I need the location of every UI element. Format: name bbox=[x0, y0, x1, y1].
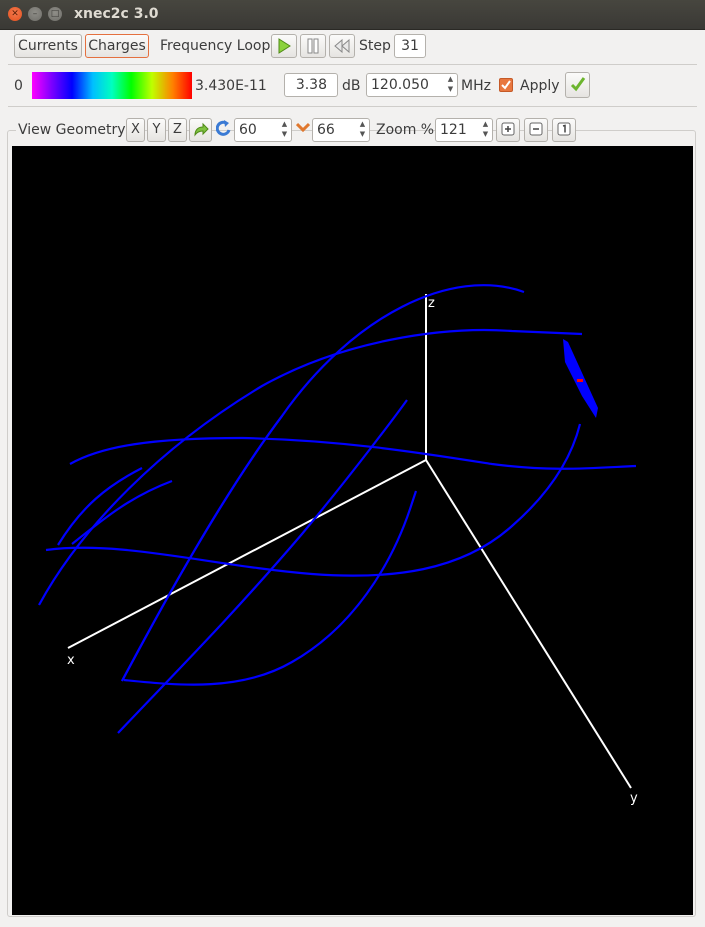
spin-arrows-icon[interactable]: ▲ ▼ bbox=[356, 119, 369, 141]
play-button[interactable] bbox=[271, 34, 297, 58]
minimize-icon[interactable]: – bbox=[28, 7, 42, 21]
apply-checkbox[interactable] bbox=[499, 78, 513, 92]
zoom-label: Zoom % bbox=[376, 122, 435, 138]
charge-hotspot bbox=[577, 379, 583, 382]
play-icon bbox=[278, 38, 291, 54]
x-axis-line bbox=[67, 459, 427, 649]
zoom-reset-icon bbox=[557, 122, 571, 136]
step-label: Step bbox=[359, 38, 391, 54]
wire bbox=[38, 328, 583, 606]
close-icon[interactable]: ✕ bbox=[8, 7, 22, 21]
scale-max-label: 3.430E-11 bbox=[195, 78, 267, 94]
charge-element bbox=[563, 339, 598, 418]
scale-min-label: 0 bbox=[14, 78, 23, 94]
zoom-out-button[interactable] bbox=[524, 118, 548, 142]
mhz-unit-label: MHz bbox=[461, 78, 491, 94]
rotate-ccw-icon bbox=[215, 118, 232, 145]
title-bar: ✕ – □ xnec2c 3.0 bbox=[0, 0, 705, 30]
rotate-button[interactable] bbox=[189, 118, 212, 142]
wire bbox=[123, 490, 418, 686]
rotation-input[interactable]: 60 ▲ ▼ bbox=[234, 118, 292, 142]
frequency-loop-label: Frequency Loop bbox=[160, 38, 271, 54]
apply-icon bbox=[570, 77, 585, 92]
wire bbox=[45, 423, 582, 577]
rewind-icon bbox=[334, 38, 350, 54]
incline-icon bbox=[295, 118, 311, 145]
incline-input[interactable]: 66 ▲ ▼ bbox=[312, 118, 370, 142]
view-y-button[interactable]: Y bbox=[147, 118, 166, 142]
y-axis-label: y bbox=[630, 791, 638, 806]
charges-button[interactable]: Charges bbox=[85, 34, 149, 58]
rotation-value: 60 bbox=[239, 122, 257, 138]
db-input[interactable]: 3.38 bbox=[284, 73, 338, 97]
separator bbox=[8, 64, 697, 65]
zoom-reset-button[interactable] bbox=[552, 118, 576, 142]
spin-arrows-icon[interactable]: ▲ ▼ bbox=[444, 74, 457, 96]
x-axis-label: x bbox=[67, 653, 75, 668]
zoom-out-icon bbox=[529, 122, 543, 136]
pause-button[interactable] bbox=[300, 34, 326, 58]
frequency-input[interactable]: 120.050 ▲ ▼ bbox=[366, 73, 458, 97]
view-z-button[interactable]: Z bbox=[168, 118, 187, 142]
zoom-input[interactable]: 121 ▲ ▼ bbox=[435, 118, 493, 142]
z-axis-label: z bbox=[428, 296, 435, 311]
rewind-button[interactable] bbox=[329, 34, 355, 58]
maximize-icon[interactable]: □ bbox=[48, 7, 62, 21]
zoom-in-button[interactable] bbox=[496, 118, 520, 142]
separator bbox=[8, 106, 697, 107]
step-input[interactable]: 31 bbox=[394, 34, 426, 58]
incline-value: 66 bbox=[317, 122, 335, 138]
check-icon bbox=[501, 80, 511, 90]
pause-icon bbox=[307, 38, 319, 54]
view-x-button[interactable]: X bbox=[126, 118, 145, 142]
rotate-icon bbox=[193, 122, 209, 137]
spin-arrows-icon[interactable]: ▲ ▼ bbox=[479, 119, 492, 141]
zoom-in-icon bbox=[501, 122, 515, 136]
antenna-wires bbox=[38, 284, 637, 734]
spin-arrows-icon[interactable]: ▲ ▼ bbox=[278, 119, 291, 141]
window-title: xnec2c 3.0 bbox=[74, 6, 159, 22]
zoom-value: 121 bbox=[440, 122, 467, 138]
wire bbox=[121, 284, 525, 682]
view-geometry-label: View Geometry bbox=[16, 119, 128, 141]
frequency-value: 120.050 bbox=[371, 77, 429, 93]
geometry-canvas[interactable]: z x y bbox=[12, 146, 693, 915]
geometry-plot: z x y bbox=[38, 284, 638, 806]
currents-button[interactable]: Currents bbox=[14, 34, 82, 58]
apply-button[interactable] bbox=[565, 72, 590, 98]
wire bbox=[57, 467, 143, 546]
color-scale-bar bbox=[32, 72, 192, 99]
apply-label: Apply bbox=[520, 78, 560, 94]
db-unit-label: dB bbox=[342, 78, 361, 94]
